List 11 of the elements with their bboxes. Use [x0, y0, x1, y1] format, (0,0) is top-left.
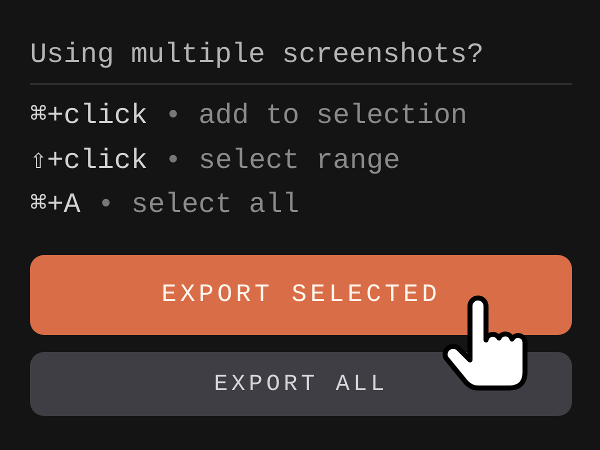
shortcut-description: select range: [198, 144, 400, 178]
shortcut-keys: ⌘+A: [30, 184, 80, 228]
separator: •: [97, 189, 114, 223]
shortcut-description: select all: [131, 189, 300, 223]
heading: Using multiple screenshots?: [30, 39, 485, 73]
shortcut-keys: ⇧+click: [30, 140, 148, 184]
separator: •: [164, 144, 182, 178]
shortcut-description: add to selection: [198, 100, 468, 134]
export-all-button[interactable]: EXPORT ALL: [30, 352, 572, 416]
shortcut-keys: ⌘+click: [30, 95, 148, 140]
separator: •: [164, 100, 182, 134]
